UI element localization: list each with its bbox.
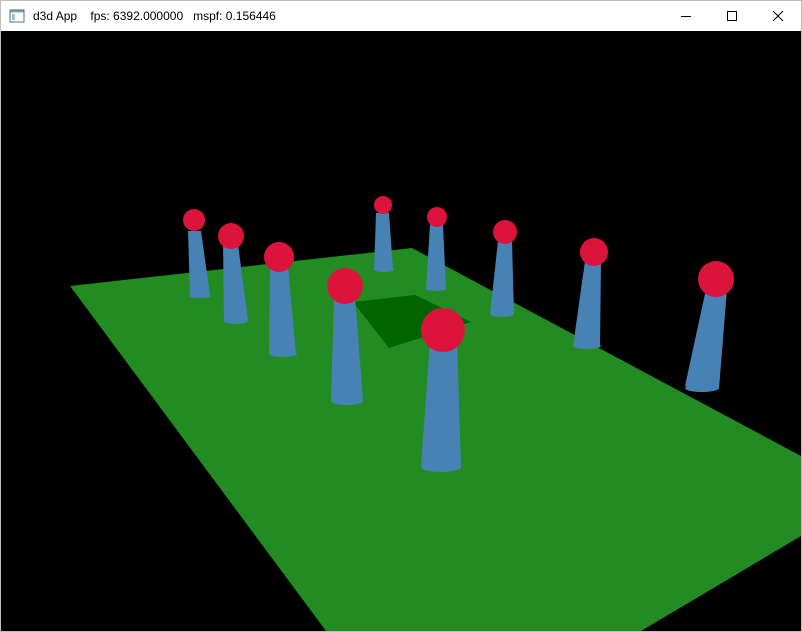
cylinder-base	[331, 397, 363, 405]
pillar-10	[421, 308, 465, 472]
render-viewport[interactable]	[1, 31, 801, 631]
window-title: d3d App fps: 6392.000000 mspf: 0.156446	[33, 9, 276, 23]
app-window-icon	[9, 8, 25, 24]
cylinder-base	[426, 287, 446, 291]
cylinder-base	[490, 311, 514, 317]
pillar-3	[426, 207, 447, 291]
maximize-icon	[727, 11, 737, 21]
cylinder-base	[573, 343, 601, 349]
title-bar[interactable]: d3d App fps: 6392.000000 mspf: 0.156446	[1, 1, 801, 31]
close-icon	[772, 10, 784, 22]
minimize-button[interactable]	[663, 1, 709, 31]
cylinder-base	[421, 462, 461, 472]
scene-canvas	[1, 31, 801, 631]
sphere	[374, 196, 392, 214]
sphere	[580, 238, 608, 266]
cylinder-base	[224, 318, 248, 324]
sphere	[264, 242, 294, 272]
minimize-icon	[681, 16, 691, 17]
sphere	[493, 220, 517, 244]
cylinder-base	[685, 384, 719, 392]
sphere	[218, 223, 244, 249]
cylinder-base	[374, 268, 394, 272]
sphere	[427, 207, 447, 227]
sphere	[327, 268, 363, 304]
maximize-button[interactable]	[709, 1, 755, 31]
sphere	[421, 308, 465, 352]
window-controls	[663, 1, 801, 31]
sphere	[698, 261, 734, 297]
sphere	[183, 209, 205, 231]
cylinder-base	[189, 294, 211, 298]
app-window: d3d App fps: 6392.000000 mspf: 0.156446	[0, 0, 802, 632]
close-button[interactable]	[755, 1, 801, 31]
cylinder-base	[269, 351, 297, 357]
